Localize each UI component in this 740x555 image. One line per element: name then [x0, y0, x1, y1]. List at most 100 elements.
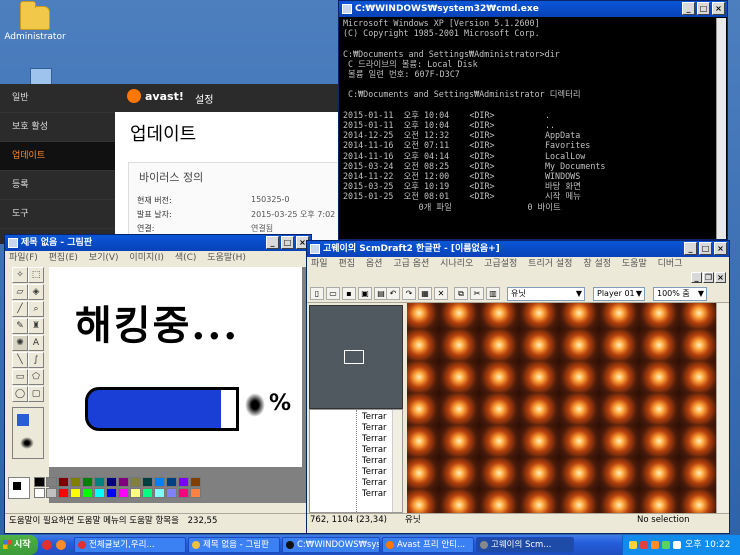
- text-tool[interactable]: A: [28, 335, 44, 351]
- palette-swatch[interactable]: [58, 477, 69, 487]
- paint-canvas-area[interactable]: 해킹중... %: [49, 267, 311, 503]
- properties-icon[interactable]: ▦: [418, 287, 432, 300]
- palette-swatch[interactable]: [106, 488, 117, 498]
- menu-file[interactable]: 파일: [307, 259, 332, 269]
- menu-window-settings[interactable]: 창 설정: [579, 259, 615, 269]
- palette-swatch[interactable]: [130, 488, 141, 498]
- maximize-button[interactable]: □: [281, 236, 294, 249]
- airbrush-size-option[interactable]: [17, 414, 29, 426]
- magnifier-tool[interactable]: ⌕: [28, 301, 44, 317]
- task-button-avast[interactable]: Avast 프리 안티...: [382, 537, 474, 553]
- terrain-item[interactable]: Terrar: [362, 423, 387, 434]
- menu-debug[interactable]: 디버그: [654, 259, 687, 269]
- close-button[interactable]: ×: [712, 2, 725, 15]
- rounded-rect-tool[interactable]: ▢: [28, 386, 44, 402]
- open-folder-icon[interactable]: ▭: [326, 287, 340, 300]
- rectangle-tool[interactable]: ▭: [12, 369, 28, 385]
- menu-help[interactable]: 도움말(H): [203, 253, 250, 263]
- undo-icon[interactable]: ↶: [386, 287, 400, 300]
- terrain-item[interactable]: Terrar: [362, 412, 387, 423]
- avast-menu-register[interactable]: 등록: [0, 171, 115, 200]
- cmd-titlebar[interactable]: C:₩WINDOWS₩system32₩cmd.exe _ □ ×: [339, 1, 727, 17]
- task-button-scmdraft[interactable]: 고웨이의 Scm...: [476, 537, 574, 553]
- avast-menu-general[interactable]: 일반: [0, 84, 115, 113]
- redo-icon[interactable]: ↷: [402, 287, 416, 300]
- mdi-restore-button[interactable]: ❐: [703, 272, 714, 283]
- vertical-scrollbar[interactable]: [716, 18, 726, 239]
- menu-edit[interactable]: 편집(E): [45, 253, 82, 263]
- menu-view[interactable]: 보기(V): [85, 253, 123, 263]
- polygon-tool[interactable]: ⬠: [28, 369, 44, 385]
- avast-menu-update[interactable]: 업데이트: [0, 142, 115, 171]
- palette-swatch[interactable]: [70, 488, 81, 498]
- brush-tool[interactable]: ♜: [28, 318, 44, 334]
- pencil-tool[interactable]: ✎: [12, 318, 28, 334]
- desktop-icon-administrator[interactable]: Administrator: [4, 1, 66, 42]
- minimap[interactable]: [309, 305, 403, 409]
- palette-swatch[interactable]: [34, 488, 45, 498]
- palette-swatch[interactable]: [46, 488, 57, 498]
- tray-icon[interactable]: [662, 541, 670, 549]
- delete-icon[interactable]: ✕: [434, 287, 448, 300]
- palette-swatch[interactable]: [190, 477, 201, 487]
- palette-swatch[interactable]: [142, 477, 153, 487]
- ellipse-tool[interactable]: ◯: [12, 386, 28, 402]
- tool-options[interactable]: [12, 407, 44, 459]
- minimize-button[interactable]: _: [266, 236, 279, 249]
- palette-swatch[interactable]: [166, 477, 177, 487]
- terrain-item[interactable]: Terrar: [362, 445, 387, 456]
- palette-swatch[interactable]: [178, 477, 189, 487]
- menu-options[interactable]: 옵션: [362, 259, 387, 269]
- color-picker-tool[interactable]: ╱: [12, 301, 28, 317]
- select-tool[interactable]: ⬚: [28, 267, 44, 283]
- menu-trigger-settings[interactable]: 트리거 설정: [524, 259, 576, 269]
- tray-icon[interactable]: [673, 541, 681, 549]
- terrain-item[interactable]: Terrar: [362, 434, 387, 445]
- close-button[interactable]: ×: [714, 242, 727, 255]
- avast-menu-tools[interactable]: 도구: [0, 200, 115, 229]
- clock[interactable]: 오후 10:22: [685, 535, 730, 555]
- palette-swatch[interactable]: [70, 477, 81, 487]
- start-button[interactable]: 시작: [0, 535, 38, 555]
- palette-swatch[interactable]: [94, 488, 105, 498]
- map-view[interactable]: [407, 303, 719, 513]
- palette-swatch[interactable]: [82, 477, 93, 487]
- tray-icon[interactable]: [651, 541, 659, 549]
- minimize-button[interactable]: _: [682, 2, 695, 15]
- current-colors[interactable]: [8, 477, 30, 499]
- airbrush-size-option[interactable]: [19, 436, 35, 450]
- terrain-item[interactable]: Terrar: [362, 456, 387, 467]
- minimize-button[interactable]: _: [684, 242, 697, 255]
- quicklaunch-icon[interactable]: [56, 540, 66, 550]
- menu-scenario[interactable]: 시나리오: [436, 259, 477, 269]
- palette-swatch[interactable]: [178, 488, 189, 498]
- palette-swatch[interactable]: [58, 488, 69, 498]
- tray-icon[interactable]: [640, 541, 648, 549]
- player-select[interactable]: Player 01 ▼: [593, 287, 645, 301]
- terrain-item[interactable]: Terrar: [362, 478, 387, 489]
- menu-colors[interactable]: 색(C): [171, 253, 201, 263]
- task-button-paint[interactable]: 제목 없음 - 그림판: [188, 537, 280, 553]
- task-button-browser[interactable]: 전체글보기,우리...: [74, 537, 186, 553]
- curve-tool[interactable]: ∫: [28, 352, 44, 368]
- paint-titlebar[interactable]: 제목 없음 - 그림판 _ □ ×: [5, 235, 311, 251]
- mdi-minimize-button[interactable]: _: [691, 272, 702, 283]
- minimap-viewport[interactable]: [344, 350, 364, 364]
- layer-select[interactable]: 유닛 ▼: [507, 287, 585, 301]
- palette-swatch[interactable]: [118, 488, 129, 498]
- palette-swatch[interactable]: [190, 488, 201, 498]
- menu-image[interactable]: 이미지(I): [125, 253, 168, 263]
- palette-swatch[interactable]: [130, 477, 141, 487]
- free-select-tool[interactable]: ✧: [12, 267, 28, 283]
- console-output[interactable]: Microsoft Windows XP [Version 5.1.2600](…: [341, 18, 717, 239]
- palette-swatch[interactable]: [34, 477, 45, 487]
- fill-tool[interactable]: ◈: [28, 284, 44, 300]
- task-button-cmd[interactable]: C:₩WINDOWS₩sys...: [282, 537, 380, 553]
- zoom-select[interactable]: 100% 줌 ▼: [653, 287, 707, 301]
- maximize-button[interactable]: □: [699, 242, 712, 255]
- avast-menu-protection[interactable]: 보호 활성: [0, 113, 115, 142]
- tray-icon[interactable]: [629, 541, 637, 549]
- menu-advanced-settings[interactable]: 고급설정: [480, 259, 521, 269]
- menu-file[interactable]: 파일(F): [5, 253, 42, 263]
- save-as-icon[interactable]: ▣: [358, 287, 372, 300]
